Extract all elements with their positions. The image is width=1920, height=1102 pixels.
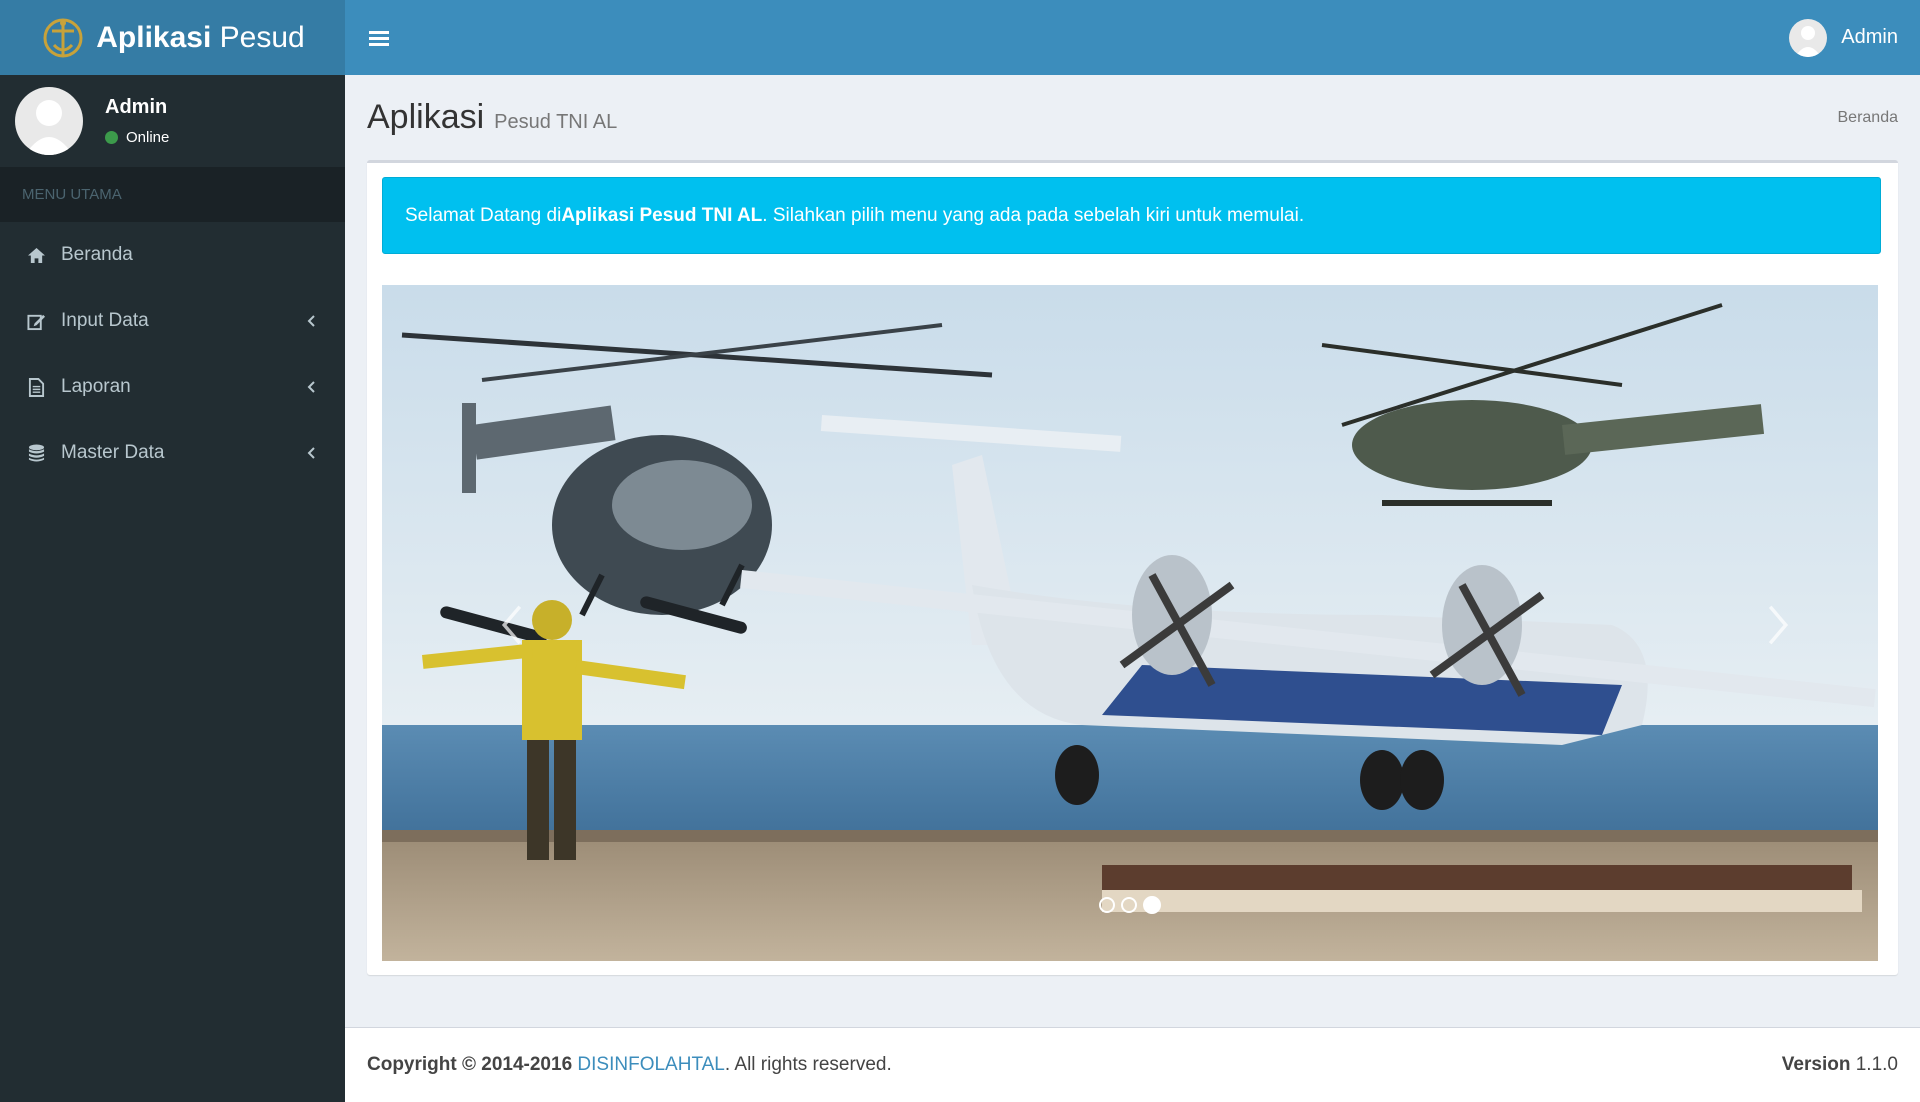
navbar-user-name: Admin <box>1841 26 1898 48</box>
sidebar-item-label: Input Data <box>61 310 149 331</box>
version-label: Version <box>1781 1054 1851 1075</box>
content-box: Selamat Datang di Aplikasi Pesud TNI AL.… <box>367 160 1898 975</box>
alert-suffix: . Silahkan pilih menu yang ada pada sebe… <box>762 204 1305 226</box>
app-title-bold: Aplikasi <box>96 20 212 54</box>
alert-prefix: Selamat Datang di <box>405 204 562 226</box>
main-content: Aplikasi Pesud TNI AL Beranda Selamat Dat… <box>345 75 1920 1027</box>
version-value: 1.1.0 <box>1855 1054 1898 1075</box>
chevron-left-icon <box>501 605 522 645</box>
sidebar-item-label: Master Data <box>61 442 165 463</box>
carousel-indicators <box>1099 896 1161 914</box>
chevron-left-icon <box>307 447 315 459</box>
app-title: Aplikasi Pesud <box>96 21 304 55</box>
database-icon <box>25 442 47 464</box>
document-icon <box>25 376 47 398</box>
welcome-alert: Selamat Datang di Aplikasi Pesud TNI AL.… <box>382 177 1881 254</box>
sidebar: Admin Online MENU UTAMA Beranda Input Da… <box>0 75 345 1102</box>
carousel-slide-image <box>382 285 1878 961</box>
sidebar-item-label: Laporan <box>61 376 131 397</box>
status-label: Online <box>126 129 170 146</box>
hamburger-icon <box>369 30 389 46</box>
copyright-text: Copyright © 2014-2016 <box>367 1054 578 1075</box>
edit-icon <box>25 310 47 332</box>
avatar <box>15 87 83 155</box>
copyright: Copyright © 2014-2016 DISINFOLAHTAL. All… <box>367 1054 892 1076</box>
menu-header: MENU UTAMA <box>0 167 345 222</box>
sidebar-user-name: Admin <box>105 96 168 118</box>
avatar <box>1789 18 1828 57</box>
carousel-indicator-3[interactable] <box>1143 896 1161 914</box>
top-navbar: Admin <box>345 0 1920 75</box>
sidebar-item-input-data[interactable]: Input Data <box>0 288 345 354</box>
rights-text: . All rights reserved. <box>724 1054 892 1075</box>
carousel-indicator-1[interactable] <box>1099 897 1115 913</box>
status-indicator: Online <box>105 129 169 146</box>
sidebar-item-laporan[interactable]: Laporan <box>0 354 345 420</box>
breadcrumb[interactable]: Beranda <box>1838 109 1899 127</box>
content-header: Aplikasi Pesud TNI AL Beranda <box>345 75 1920 160</box>
carousel-prev-button[interactable] <box>482 585 542 665</box>
app-title-light: Pesud <box>219 20 305 54</box>
user-panel: Admin Online <box>0 75 345 167</box>
chevron-left-icon <box>307 315 315 327</box>
org-link[interactable]: DISINFOLAHTAL <box>577 1054 724 1075</box>
page-title: Aplikasi Pesud TNI AL <box>367 98 617 137</box>
home-icon <box>25 244 47 266</box>
carousel-indicator-2[interactable] <box>1121 897 1137 913</box>
online-dot-icon <box>105 131 118 144</box>
chevron-right-icon <box>1768 605 1789 645</box>
image-carousel[interactable] <box>382 285 1878 961</box>
page-title-text: Aplikasi <box>367 98 485 136</box>
user-menu[interactable]: Admin <box>1789 18 1920 57</box>
sidebar-toggle-button[interactable] <box>345 0 415 75</box>
sidebar-item-beranda[interactable]: Beranda <box>0 222 345 288</box>
chevron-left-icon <box>307 381 315 393</box>
navy-emblem-icon <box>43 18 83 57</box>
carousel-next-button[interactable] <box>1748 585 1808 665</box>
page-subtitle: Pesud TNI AL <box>494 111 618 133</box>
sidebar-item-master-data[interactable]: Master Data <box>0 420 345 486</box>
footer: Copyright © 2014-2016 DISINFOLAHTAL. All… <box>345 1027 1920 1102</box>
sidebar-item-label: Beranda <box>61 244 133 265</box>
alert-app-name: Aplikasi Pesud TNI AL <box>561 204 763 226</box>
version: Version 1.1.0 <box>1782 1054 1898 1076</box>
app-logo[interactable]: Aplikasi Pesud <box>0 0 345 75</box>
